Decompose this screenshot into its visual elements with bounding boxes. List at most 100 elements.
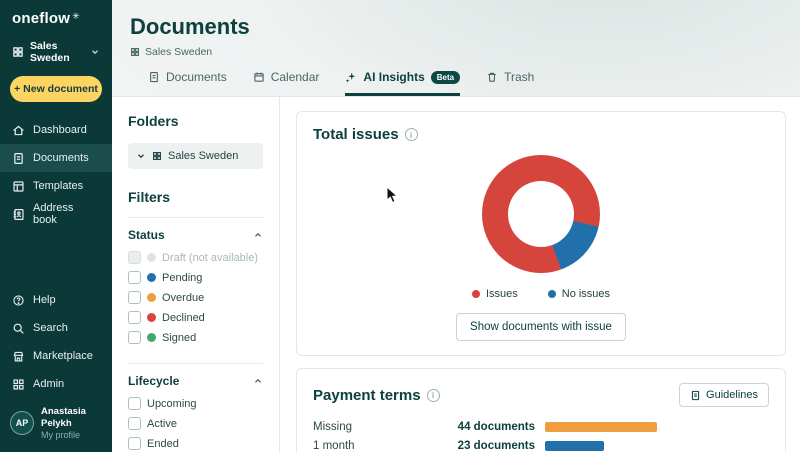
option-label: Overdue (162, 291, 205, 304)
content-area: Folders Sales Sweden Filters Status Draf… (112, 97, 800, 452)
calendar-icon (254, 72, 264, 82)
templates-icon (13, 180, 24, 192)
payment-bar (545, 421, 657, 432)
oneflow-logo: oneflow ✳ (0, 10, 112, 36)
option-label: Draft (not available) (162, 251, 258, 264)
avatar: AP (10, 411, 34, 436)
legend-label: Issues (485, 288, 518, 300)
workspace-grid-icon (13, 47, 23, 57)
status-filter-group: Status Draft (not available) Pending Ove… (128, 217, 263, 363)
tab-trash[interactable]: Trash (486, 70, 534, 96)
total-issues-title: Total issues (313, 126, 399, 143)
tab-label: Documents (166, 70, 227, 84)
folder-item-sales-sweden[interactable]: Sales Sweden (128, 143, 263, 169)
checkbox[interactable] (128, 397, 141, 410)
chevron-down-icon (92, 50, 98, 55)
option-label: Declined (162, 311, 205, 324)
sidebar-item-address-book[interactable]: Address book (0, 200, 112, 228)
page-header: Documents Sales Sweden (112, 0, 800, 58)
sidebar-item-label: Address book (33, 202, 74, 226)
payment-bar (545, 440, 604, 451)
lifecycle-option-ended[interactable]: Ended (128, 437, 263, 450)
tab-label: AI Insights (363, 70, 425, 84)
sidebar-item-dashboard[interactable]: Dashboard (0, 116, 112, 144)
status-group-toggle[interactable]: Status (128, 228, 263, 242)
status-option-pending[interactable]: Pending (128, 271, 263, 284)
breadcrumb-workspace: Sales Sweden (145, 46, 213, 58)
payment-terms-title: Payment terms (313, 386, 421, 404)
checkbox[interactable] (128, 331, 141, 344)
checkbox[interactable] (128, 417, 141, 430)
payment-row[interactable]: Missing 44 documents (313, 417, 769, 436)
payment-row[interactable]: 1 month 23 documents (313, 436, 769, 452)
app-window: oneflow ✳ Sales Sweden + New document Da… (0, 0, 800, 452)
info-icon[interactable]: i (426, 388, 440, 402)
insights-column: Total issues i Issues No issues Show doc… (280, 97, 800, 452)
tab-label: Calendar (270, 70, 320, 84)
status-dot (147, 273, 156, 282)
info-icon[interactable]: i (404, 128, 418, 141)
chevron-down-icon (138, 154, 144, 159)
payment-term-label: Missing (313, 420, 352, 433)
filters-title: Filters (128, 189, 171, 205)
sidebar-item-help[interactable]: Help (0, 286, 112, 314)
status-dot (147, 253, 156, 262)
status-option-signed[interactable]: Signed (128, 331, 263, 344)
profile-my-profile: My profile (41, 430, 81, 440)
option-label: Signed (162, 331, 197, 344)
new-document-button[interactable]: + New document (10, 76, 102, 102)
lifecycle-option-active[interactable]: Active (128, 417, 263, 430)
lifecycle-group-toggle[interactable]: Lifecycle (128, 374, 263, 388)
option-label: Active (147, 417, 177, 430)
main-area: Documents Sales Sweden Documents Calenda… (112, 0, 800, 452)
checkbox[interactable] (128, 291, 141, 304)
sidebar: oneflow ✳ Sales Sweden + New document Da… (0, 0, 112, 452)
sidebar-item-admin[interactable]: Admin (0, 370, 112, 398)
workspace-label: Sales Sweden (30, 40, 70, 64)
tab-documents[interactable]: Documents (148, 70, 227, 96)
tab-bar: Documents Calendar AI Insights Beta Tras… (112, 58, 800, 97)
payment-terms-rows: Missing 44 documents 1 month 23 document… (313, 417, 769, 452)
status-option-declined[interactable]: Declined (128, 311, 263, 324)
document-icon (14, 152, 23, 164)
guidelines-label: Guidelines (706, 389, 758, 401)
profile-link[interactable]: AP Anastasia Pelykh My profile (0, 398, 112, 452)
help-icon (13, 295, 24, 306)
status-option-overdue[interactable]: Overdue (128, 291, 263, 304)
profile-name: Anastasia Pelykh (41, 406, 86, 430)
checkbox[interactable] (128, 271, 141, 284)
chevron-up-icon (255, 378, 261, 383)
workspace-grid-icon (131, 48, 139, 56)
sidebar-item-marketplace[interactable]: Marketplace (0, 342, 112, 370)
lifecycle-option-upcoming[interactable]: Upcoming (128, 397, 263, 410)
show-documents-with-issue-button[interactable]: Show documents with issue (456, 313, 626, 341)
trash-icon (488, 72, 496, 82)
option-label: Pending (162, 271, 203, 284)
sidebar-item-documents[interactable]: Documents (0, 144, 112, 172)
tab-label: Trash (504, 70, 535, 84)
checkbox[interactable] (128, 437, 141, 450)
total-issues-card: Total issues i Issues No issues Show doc… (296, 111, 786, 356)
checkbox[interactable] (128, 311, 141, 324)
payment-term-label: 1 month (313, 439, 355, 452)
tab-calendar[interactable]: Calendar (253, 70, 320, 96)
checkbox (128, 251, 141, 264)
status-title: Status (128, 228, 165, 242)
sidebar-item-label: Search (33, 322, 68, 335)
sidebar-item-label: Admin (33, 378, 65, 391)
status-dot (147, 313, 156, 322)
page-title: Documents (130, 14, 250, 39)
sidebar-item-search[interactable]: Search (0, 314, 112, 342)
sidebar-item-label: Documents (33, 152, 89, 164)
legend-dot (471, 290, 480, 298)
legend-dot (547, 290, 556, 298)
document-icon (150, 71, 158, 83)
guidelines-button[interactable]: Guidelines (679, 383, 769, 407)
legend-item-issues: Issues (471, 288, 518, 300)
chevron-up-icon (255, 232, 261, 237)
sidebar-item-templates[interactable]: Templates (0, 172, 112, 200)
guidelines-doc-icon (691, 390, 700, 400)
dashboard-home-icon (13, 125, 24, 135)
tab-ai-insights[interactable]: AI Insights Beta (345, 70, 461, 96)
workspace-selector[interactable]: Sales Sweden (0, 36, 112, 66)
